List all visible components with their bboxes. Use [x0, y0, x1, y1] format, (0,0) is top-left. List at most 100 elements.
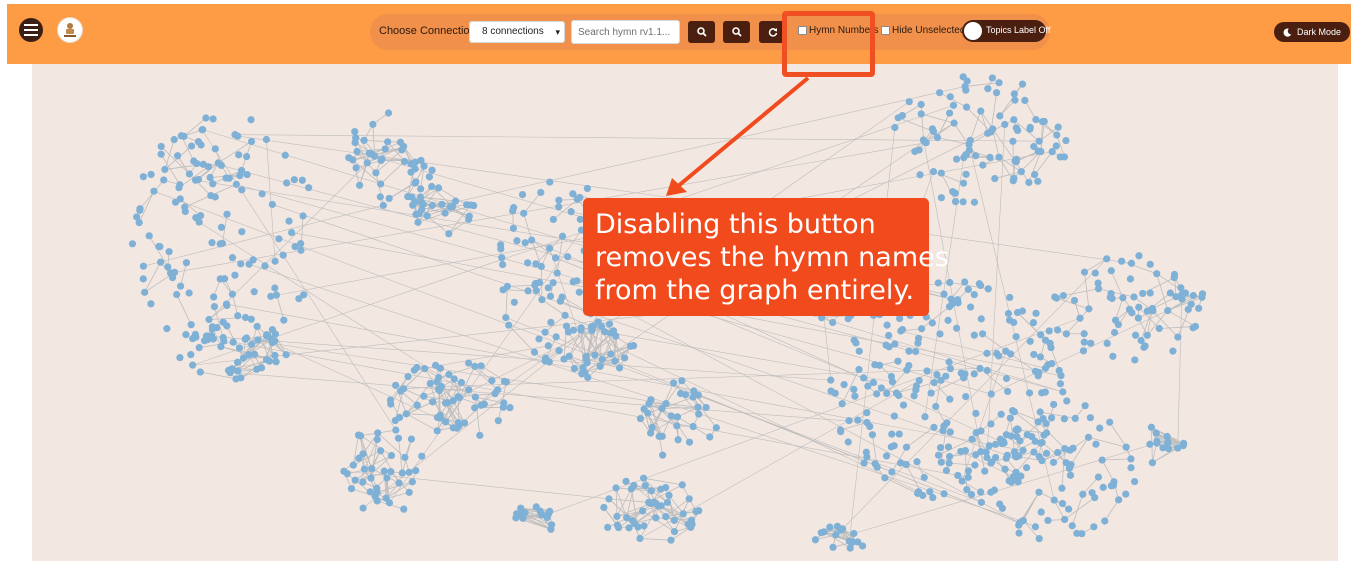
graph-node[interactable]	[161, 165, 169, 174]
graph-node[interactable]	[573, 195, 581, 203]
graph-node[interactable]	[954, 299, 962, 307]
graph-node[interactable]	[157, 142, 165, 151]
graph-node[interactable]	[1034, 177, 1042, 185]
graph-node[interactable]	[374, 429, 382, 437]
graph-node[interactable]	[498, 254, 506, 262]
graph-node[interactable]	[343, 470, 351, 478]
graph-node[interactable]	[360, 465, 369, 473]
graph-node[interactable]	[271, 330, 280, 338]
graph-node[interactable]	[1094, 473, 1103, 481]
graph-node[interactable]	[1004, 387, 1012, 396]
graph-node[interactable]	[1023, 431, 1031, 439]
graph-node[interactable]	[1148, 459, 1157, 467]
graph-node[interactable]	[976, 364, 984, 373]
graph-node[interactable]	[1015, 521, 1023, 529]
graph-node[interactable]	[433, 413, 442, 422]
graph-node[interactable]	[425, 173, 433, 181]
graph-node[interactable]	[1058, 499, 1067, 508]
graph-node[interactable]	[281, 151, 289, 159]
graph-node[interactable]	[902, 443, 911, 451]
graph-node[interactable]	[567, 208, 575, 216]
graph-node[interactable]	[1139, 289, 1147, 298]
graph-node[interactable]	[988, 74, 996, 82]
graph-node[interactable]	[1114, 320, 1122, 329]
graph-node[interactable]	[977, 107, 985, 115]
graph-node[interactable]	[1084, 433, 1093, 441]
graph-node[interactable]	[1099, 483, 1107, 491]
graph-node[interactable]	[1021, 96, 1029, 104]
graph-node[interactable]	[640, 522, 648, 530]
graph-node[interactable]	[1068, 522, 1076, 530]
graph-node[interactable]	[659, 451, 667, 459]
graph-node[interactable]	[1141, 342, 1149, 350]
graph-node[interactable]	[505, 321, 513, 329]
graph-node[interactable]	[863, 409, 871, 417]
graph-node[interactable]	[928, 125, 937, 133]
graph-node[interactable]	[537, 188, 545, 197]
graph-node[interactable]	[411, 165, 419, 173]
graph-node[interactable]	[352, 164, 360, 172]
graph-node[interactable]	[977, 315, 985, 323]
graph-node[interactable]	[945, 358, 953, 366]
graph-node[interactable]	[1148, 306, 1156, 314]
graph-node[interactable]	[417, 198, 426, 207]
graph-node[interactable]	[1042, 419, 1050, 428]
graph-node[interactable]	[170, 135, 178, 144]
graph-node[interactable]	[596, 362, 604, 370]
graph-node[interactable]	[418, 452, 426, 460]
graph-node[interactable]	[959, 73, 967, 81]
graph-node[interactable]	[962, 392, 970, 401]
graph-node[interactable]	[582, 355, 590, 363]
graph-node[interactable]	[860, 459, 868, 467]
graph-node[interactable]	[860, 374, 868, 382]
graph-node[interactable]	[1060, 153, 1069, 161]
graph-node[interactable]	[1017, 168, 1025, 176]
graph-node[interactable]	[1001, 120, 1009, 129]
graph-node[interactable]	[553, 269, 561, 277]
graph-node[interactable]	[1146, 440, 1154, 448]
graph-node[interactable]	[951, 189, 959, 197]
graph-node[interactable]	[176, 195, 184, 203]
graph-node[interactable]	[949, 101, 958, 109]
graph-node[interactable]	[241, 335, 249, 343]
graph-node[interactable]	[228, 290, 237, 298]
graph-node[interactable]	[549, 279, 557, 287]
graph-node[interactable]	[1135, 252, 1143, 260]
graph-node[interactable]	[968, 435, 976, 443]
graph-node[interactable]	[685, 438, 694, 446]
graph-node[interactable]	[950, 119, 958, 127]
graph-node[interactable]	[209, 180, 217, 188]
graph-node[interactable]	[885, 331, 893, 340]
graph-node[interactable]	[1015, 529, 1023, 537]
graph-node[interactable]	[937, 194, 945, 202]
graph-node[interactable]	[247, 116, 255, 124]
graph-node[interactable]	[499, 261, 507, 269]
graph-node[interactable]	[194, 175, 203, 184]
graph-node[interactable]	[214, 159, 222, 167]
graph-node[interactable]	[488, 377, 496, 385]
graph-node[interactable]	[992, 89, 1001, 97]
graph-node[interactable]	[446, 203, 454, 211]
graph-node[interactable]	[1012, 333, 1020, 341]
graph-node[interactable]	[966, 303, 975, 311]
graph-node[interactable]	[1177, 284, 1185, 292]
graph-node[interactable]	[811, 536, 820, 544]
graph-node[interactable]	[1062, 137, 1070, 145]
graph-node[interactable]	[1018, 80, 1027, 88]
graph-node[interactable]	[600, 503, 608, 512]
graph-node[interactable]	[541, 328, 549, 336]
graph-node[interactable]	[206, 173, 214, 182]
graph-node[interactable]	[936, 89, 944, 97]
graph-node[interactable]	[232, 375, 240, 383]
graph-node[interactable]	[888, 378, 897, 386]
graph-node[interactable]	[959, 179, 968, 187]
graph-node[interactable]	[1146, 289, 1154, 297]
graph-node[interactable]	[645, 400, 653, 408]
graph-node[interactable]	[987, 420, 995, 428]
graph-node[interactable]	[351, 127, 359, 136]
graph-node[interactable]	[223, 322, 231, 330]
graph-node[interactable]	[840, 380, 848, 389]
graph-node[interactable]	[386, 396, 395, 404]
graph-node[interactable]	[285, 217, 293, 225]
graph-node[interactable]	[223, 210, 231, 218]
